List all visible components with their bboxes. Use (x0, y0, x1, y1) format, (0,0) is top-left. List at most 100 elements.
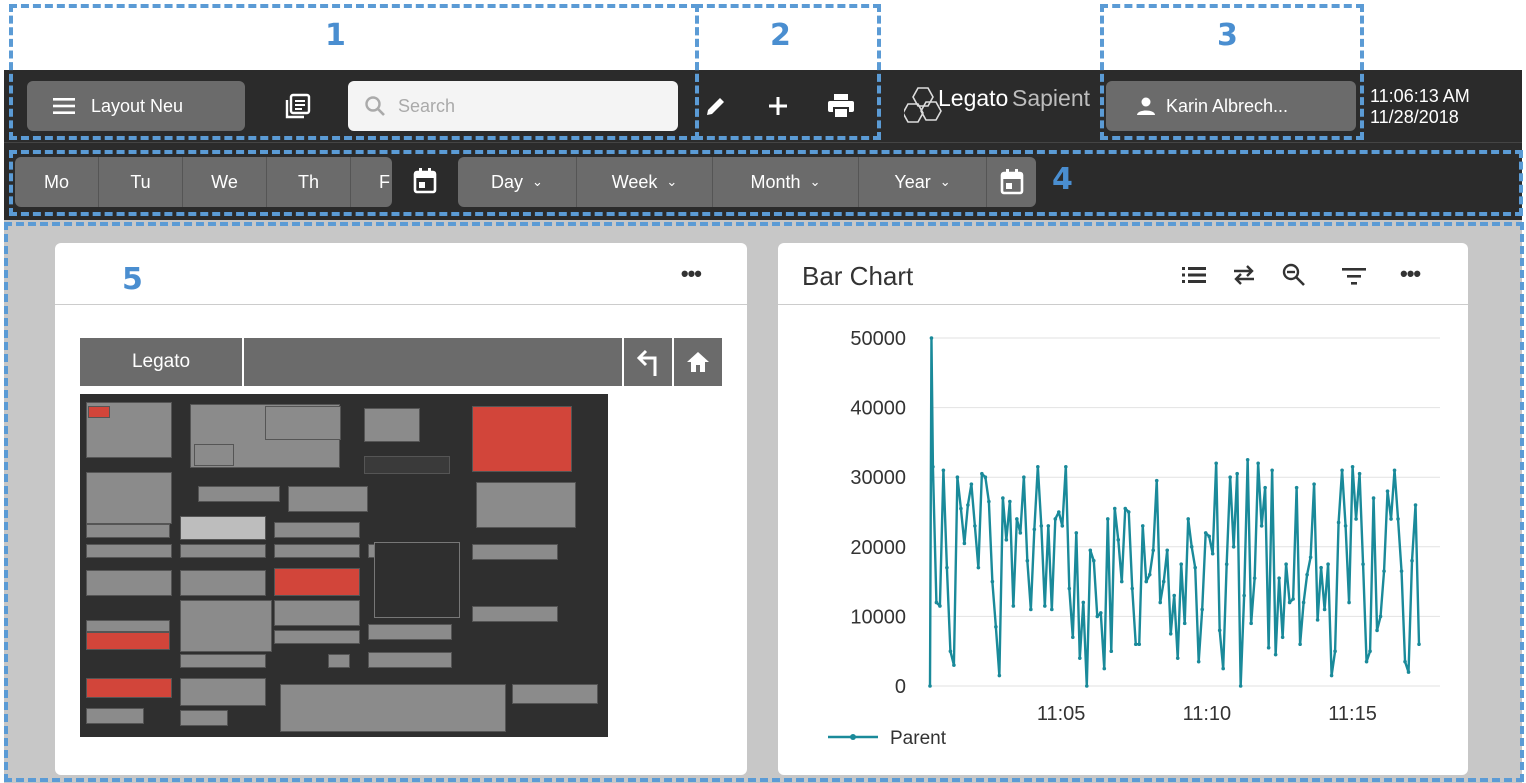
data-point[interactable] (1172, 593, 1177, 598)
data-point[interactable] (1119, 579, 1124, 584)
library-button[interactable] (280, 88, 316, 124)
room-block[interactable] (368, 652, 452, 668)
data-point[interactable] (1347, 600, 1351, 605)
data-point[interactable] (1039, 524, 1044, 528)
treemap-root-button[interactable]: Legato (80, 338, 244, 386)
period-month[interactable]: Month ⌄ (713, 157, 859, 207)
data-point[interactable] (1015, 517, 1019, 521)
data-point[interactable] (1238, 684, 1243, 688)
data-point[interactable] (1343, 524, 1348, 528)
data-point[interactable] (1158, 600, 1163, 605)
data-point[interactable] (1364, 659, 1369, 664)
data-point[interactable] (1382, 569, 1386, 573)
data-point[interactable] (1340, 468, 1344, 473)
data-point[interactable] (1361, 562, 1365, 566)
period-day[interactable]: Day ⌄ (458, 157, 577, 207)
data-point[interactable] (1399, 569, 1404, 573)
data-point[interactable] (1179, 562, 1184, 566)
data-point[interactable] (1301, 600, 1306, 605)
data-point[interactable] (1091, 558, 1096, 563)
user-menu-button[interactable]: Karin Albrech... (1106, 81, 1356, 131)
data-point[interactable] (1168, 632, 1173, 636)
data-point[interactable] (976, 565, 981, 570)
room-block[interactable] (86, 472, 172, 524)
print-button[interactable] (824, 88, 858, 124)
room-block[interactable] (374, 542, 460, 618)
period-year[interactable]: Year ⌄ (859, 157, 987, 207)
data-point[interactable] (1116, 538, 1121, 542)
room-block[interactable] (180, 570, 266, 596)
data-point[interactable] (1266, 645, 1271, 650)
data-point[interactable] (1207, 534, 1211, 539)
data-point[interactable] (1144, 579, 1149, 584)
data-point[interactable] (1022, 475, 1026, 479)
data-point[interactable] (1336, 520, 1341, 525)
data-point[interactable] (1123, 506, 1128, 511)
data-point[interactable] (1231, 545, 1236, 549)
data-point[interactable] (1385, 489, 1390, 493)
room-block[interactable] (86, 570, 172, 596)
data-point[interactable] (1375, 628, 1379, 633)
edit-button[interactable] (700, 88, 732, 124)
weekday-we[interactable]: We (183, 157, 267, 207)
data-point[interactable] (980, 471, 984, 476)
room-block[interactable] (512, 684, 598, 704)
data-point[interactable] (1154, 478, 1159, 483)
data-point[interactable] (1200, 607, 1204, 612)
data-point[interactable] (1287, 600, 1292, 605)
data-point[interactable] (1175, 656, 1180, 660)
data-point[interactable] (1354, 517, 1358, 521)
data-point[interactable] (929, 336, 934, 340)
more-options-icon[interactable]: ••• (1400, 261, 1421, 287)
data-point[interactable] (1088, 548, 1093, 553)
data-point[interactable] (1186, 517, 1191, 521)
data-point[interactable] (1312, 482, 1316, 486)
data-point[interactable] (948, 649, 953, 653)
room-block[interactable] (364, 408, 420, 442)
swap-icon[interactable] (1232, 265, 1256, 285)
data-point[interactable] (1410, 558, 1414, 563)
data-point[interactable] (1291, 597, 1295, 601)
data-point[interactable] (1392, 468, 1397, 473)
data-point[interactable] (1242, 593, 1246, 598)
data-point[interactable] (928, 684, 932, 688)
data-point[interactable] (1036, 464, 1040, 469)
weekday-tu[interactable]: Tu (99, 157, 183, 207)
room-block[interactable] (274, 600, 360, 626)
weekday-mo[interactable]: Mo (15, 157, 99, 207)
data-point[interactable] (987, 499, 991, 504)
room-block[interactable] (265, 406, 341, 440)
data-point[interactable] (1217, 628, 1222, 633)
data-point[interactable] (959, 506, 963, 511)
data-point[interactable] (1224, 562, 1229, 566)
data-point[interactable] (1060, 524, 1065, 528)
room-block[interactable] (180, 710, 228, 726)
room-block[interactable] (274, 630, 360, 644)
data-point[interactable] (1137, 642, 1142, 647)
weekday-th[interactable]: Th (267, 157, 351, 207)
data-point[interactable] (1228, 475, 1232, 479)
data-point[interactable] (1280, 635, 1285, 640)
data-point[interactable] (1305, 572, 1309, 577)
room-block[interactable] (472, 606, 558, 622)
data-point[interactable] (1126, 510, 1131, 514)
data-point[interactable] (1214, 461, 1218, 466)
data-point[interactable] (1064, 464, 1068, 469)
data-point[interactable] (945, 565, 949, 570)
data-point[interactable] (1203, 531, 1208, 535)
room-block[interactable] (180, 678, 266, 706)
data-point[interactable] (1004, 538, 1009, 542)
floor-plan-treemap[interactable] (80, 394, 608, 737)
data-point[interactable] (1046, 524, 1051, 528)
data-point[interactable] (1284, 562, 1288, 566)
data-point[interactable] (1053, 517, 1058, 521)
data-point[interactable] (1151, 548, 1156, 553)
data-point[interactable] (1018, 531, 1023, 535)
search-input[interactable]: Search (348, 81, 678, 131)
data-point[interactable] (1329, 673, 1334, 678)
data-point[interactable] (952, 663, 956, 667)
data-point[interactable] (1396, 517, 1400, 521)
room-block[interactable] (180, 544, 266, 558)
data-point[interactable] (1357, 471, 1362, 476)
layout-menu-button[interactable]: Layout Neu (27, 81, 245, 131)
